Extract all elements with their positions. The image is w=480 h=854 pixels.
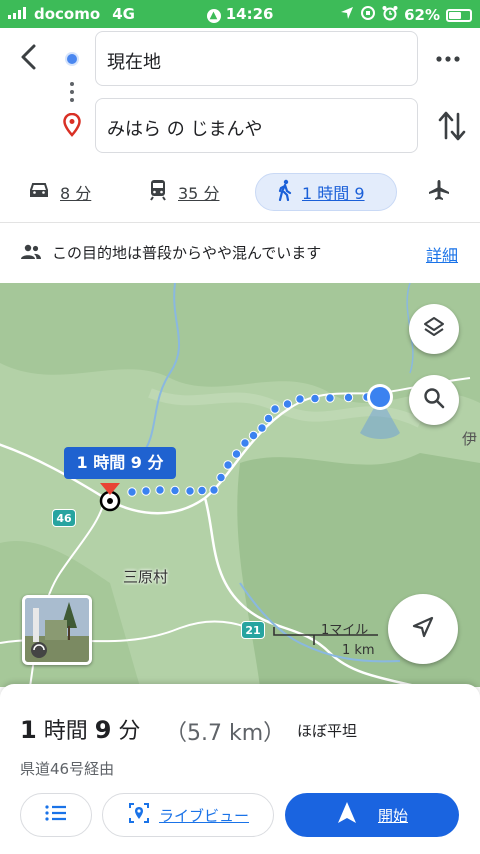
layers-button[interactable] — [409, 304, 459, 354]
live-view-label: ライブビュー — [158, 806, 249, 825]
transit-time: 35 分 — [178, 184, 220, 203]
destination-text: みはら の じまんや — [107, 119, 263, 140]
route-distance: （5.7 km） — [165, 721, 286, 746]
route-dot — [282, 399, 293, 409]
start-navigation-button[interactable]: 開始 — [285, 793, 459, 837]
navigation-active-icon: ▲ — [206, 9, 221, 23]
alarm-icon — [382, 5, 398, 25]
tab-flights[interactable] — [428, 172, 450, 212]
start-label: 開始 — [377, 806, 408, 825]
driving-time: 8 分 — [60, 184, 92, 203]
route-time-bubble: 1 時間 9 分 — [64, 447, 176, 479]
navigation-arrow-icon — [409, 613, 437, 645]
duration-minute-unit: 分 — [118, 719, 141, 744]
route-dot — [343, 392, 354, 403]
road-21-shield: 21 — [241, 621, 265, 639]
street-view-thumbnail[interactable] — [22, 595, 92, 665]
notice-text: この目的地は普段からやや混んでいます — [52, 244, 322, 262]
walking-time: 1 時間 9 — [302, 184, 365, 203]
route-dot — [240, 438, 250, 448]
battery-icon — [446, 8, 472, 22]
airplane-icon — [428, 179, 450, 205]
busyness-notice: この目的地は普段からやや混んでいます 詳細 — [0, 222, 480, 280]
route-duration: 1 時間 9 分 — [20, 713, 140, 745]
more-options-button[interactable] — [433, 44, 463, 74]
layers-icon — [422, 315, 446, 343]
map-edge-label: 伊 — [462, 430, 478, 448]
route-dot — [310, 393, 320, 404]
details-link[interactable]: 詳細 — [426, 242, 458, 266]
walking-icon — [278, 179, 292, 205]
list-icon — [44, 803, 68, 827]
swap-directions-button[interactable] — [437, 108, 467, 144]
rotation-lock-icon — [360, 5, 376, 25]
route-dot — [325, 393, 335, 403]
route-dot — [209, 485, 219, 495]
route-dot — [248, 430, 259, 441]
search-icon — [422, 386, 446, 414]
route-dot — [263, 413, 274, 424]
route-dot — [170, 485, 180, 496]
car-icon — [28, 181, 50, 203]
origin-text: 現在地 — [107, 52, 161, 73]
route-connector-dots — [70, 82, 74, 106]
route-dot — [141, 486, 151, 496]
battery-percent: 62% — [404, 6, 440, 24]
duration-minutes: 9 — [94, 716, 112, 744]
destination-pin-icon — [63, 112, 81, 137]
duration-hours: 1 — [20, 716, 37, 744]
route-via: 県道46号経由 — [20, 760, 115, 778]
people-icon — [20, 243, 42, 261]
origin-dot-icon — [65, 52, 79, 66]
place-label: 三原村 — [123, 568, 169, 586]
map-view[interactable]: 1 時間 9 分 三原村 46 21 1マイル 1 km 伊 — [0, 283, 480, 687]
terrain-label: ほぼ平坦 — [297, 722, 358, 740]
duration-hour-unit: 時間 — [43, 719, 88, 744]
navigation-start-icon — [336, 801, 358, 829]
route-dot — [223, 460, 233, 470]
live-view-button[interactable]: ライブビュー — [102, 793, 274, 837]
steps-list-button[interactable] — [20, 793, 92, 837]
search-along-route-button[interactable] — [409, 375, 459, 425]
route-dot — [185, 486, 195, 496]
route-dot — [127, 487, 137, 497]
status-bar: docomo 4G ▲ 14:26 62% — [0, 0, 480, 28]
tab-walking[interactable]: 1 時間 9 — [255, 173, 397, 211]
scale-miles-label: 1マイル — [321, 623, 369, 638]
route-dot — [295, 394, 305, 404]
back-button[interactable] — [12, 40, 46, 74]
origin-input[interactable]: 現在地 — [95, 31, 418, 86]
clock: 14:26 — [225, 5, 274, 23]
live-view-icon — [127, 801, 151, 829]
train-icon — [148, 179, 168, 205]
tab-transit[interactable]: 35 分 — [148, 172, 219, 212]
route-dot — [231, 449, 242, 459]
scale-km-label: 1 km — [342, 643, 375, 658]
route-dot — [155, 485, 165, 495]
route-dot — [257, 423, 267, 433]
route-dot — [216, 472, 226, 483]
tab-driving[interactable]: 8 分 — [28, 172, 91, 212]
route-dot — [270, 404, 280, 414]
route-dot — [197, 485, 207, 496]
destination-input[interactable]: みはら の じまんや — [95, 98, 418, 153]
location-arrow-icon — [340, 6, 354, 24]
recenter-button[interactable] — [388, 594, 458, 664]
road-46-shield: 46 — [52, 509, 76, 527]
